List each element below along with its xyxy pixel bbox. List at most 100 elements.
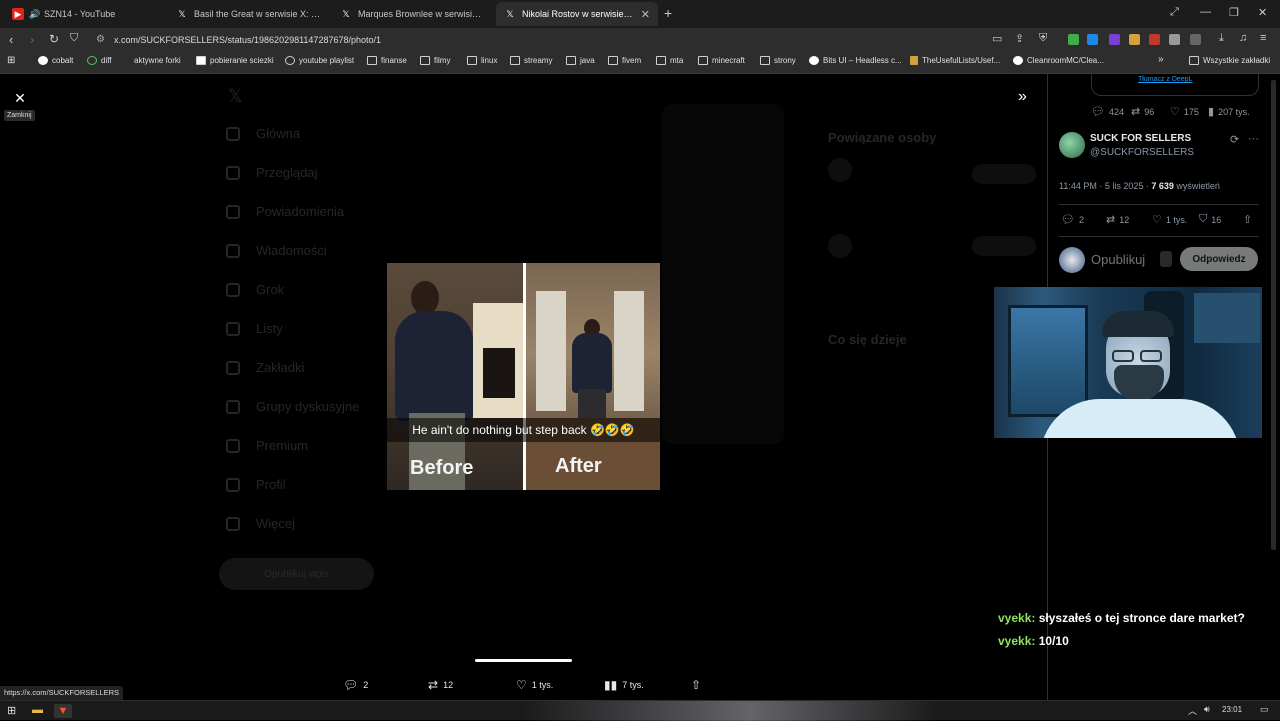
tray-chevron-icon[interactable]: ︿ (1188, 704, 1197, 717)
tab-x-mkbhd[interactable]: 𝕏 Marques Brownlee w serwisie X: „You (332, 2, 494, 26)
bookmark-item[interactable]: aktywne forki (124, 56, 181, 65)
close-viewer-button[interactable]: ✕ (12, 90, 28, 106)
share-action[interactable]: ⇧ (691, 678, 706, 692)
like-stat[interactable]: ♡ 1 tys. (1152, 213, 1187, 226)
author-handle[interactable]: @SUCKFORSELLERS (1090, 147, 1194, 158)
more-options-icon[interactable]: ··· (1248, 133, 1259, 145)
bookmark-folder[interactable]: fivem (608, 56, 641, 65)
browser-taskbar-icon[interactable]: ▼ (54, 704, 72, 718)
share-stat[interactable]: ⇧ (1243, 213, 1256, 226)
apps-icon[interactable]: ⊞ (7, 55, 15, 66)
prev-views[interactable]: ▮ 207 tys. (1208, 105, 1250, 118)
share-icon: ⇧ (691, 678, 702, 692)
bookmark-folder[interactable]: finanse (367, 56, 407, 65)
prev-replies[interactable]: 💬︎ 424 (1091, 105, 1124, 118)
volume-icon[interactable]: 🔊︎ (1204, 704, 1210, 715)
tab-youtube[interactable]: ▶ 🔊 SZN14 - YouTube (4, 2, 164, 26)
extension-icon[interactable] (1149, 34, 1160, 45)
bookmark-item[interactable]: Bits UI – Headless c... (809, 56, 902, 65)
file-explorer-icon[interactable]: ▬ (32, 704, 43, 716)
github-icon (1013, 56, 1023, 65)
count: 96 (1144, 106, 1155, 117)
extension-icon[interactable] (1068, 34, 1079, 45)
diff-icon (87, 56, 97, 65)
bookmark-folder[interactable]: filmy (420, 56, 450, 65)
like-action[interactable]: ♡ 1 tys. (516, 678, 553, 692)
notifications-icon[interactable]: ▭ (1260, 704, 1269, 715)
restore-button[interactable]: ❐ (1229, 6, 1239, 19)
extension-icon[interactable] (1087, 34, 1098, 45)
author-name[interactable]: SUCK FOR SELLERS (1090, 133, 1191, 144)
count: 424 (1108, 106, 1124, 117)
share-icon[interactable]: ⇪ (1015, 32, 1024, 45)
url-field[interactable]: ⚙ x.com/SUCKFORSELLERS/status/1986202981… (88, 31, 978, 49)
tab-label: Nikolai Rostov w serwisie X: „go (522, 9, 635, 19)
all-bookmarks-folder[interactable]: Wszystkie zakładki (1189, 56, 1270, 65)
extension-icon[interactable] (1169, 34, 1180, 45)
tab-x-basil[interactable]: 𝕏 Basil the Great w serwisie X: „EU Pres (168, 2, 330, 26)
bookmark-folder[interactable]: mta (656, 56, 683, 65)
bookmark-item[interactable]: diff (87, 56, 112, 65)
bookmark-item[interactable]: TheUsefulLists/Usef... (910, 56, 1000, 65)
reload-button[interactable]: ↻ (49, 32, 59, 46)
bookmark-folder[interactable]: streamy (510, 56, 552, 65)
more-bookmarks-icon[interactable]: » (1158, 54, 1164, 65)
new-tab-button[interactable]: + (664, 5, 672, 21)
nav-label: Więcej (256, 516, 296, 531)
bookmark-stat[interactable]: ⛉ 16 (1199, 213, 1221, 226)
back-button[interactable]: ‹ (9, 32, 13, 47)
views-action[interactable]: ▮▮ 7 tys. (604, 678, 644, 692)
extension-icon[interactable] (1190, 34, 1201, 45)
chat-user: vyekk: (998, 634, 1036, 648)
reply-action[interactable]: 💬︎ 2 (343, 678, 368, 692)
forward-button[interactable]: › (30, 32, 34, 47)
photo-caption: He ain't do nothing but step back 🤣🤣🤣 (387, 418, 660, 442)
expand-panel-icon[interactable]: » (1018, 88, 1027, 106)
nav-notifications: Powiadomienia (226, 204, 344, 219)
cast-icon[interactable]: ▭ (992, 32, 1002, 45)
download-icon[interactable]: ⤓ (1219, 32, 1224, 45)
close-tab-icon[interactable]: ✕ (641, 8, 650, 21)
bookmark-item[interactable]: youtube playlist (285, 56, 354, 65)
reply-input[interactable]: Opublikuj (1091, 252, 1145, 267)
translate-link[interactable]: Tłumacz z DeepL (1138, 76, 1192, 83)
extension-icon[interactable] (1129, 34, 1140, 45)
bookmark-item[interactable]: pobieranie sciezki (196, 56, 274, 65)
nav-premium: Premium (226, 438, 308, 453)
youtube-icon: ▶ (12, 8, 24, 20)
reply-button[interactable]: Odpowiedz (1180, 247, 1258, 271)
extension-icon[interactable] (1109, 34, 1120, 45)
grok-icon[interactable]: ⟳ (1230, 133, 1239, 146)
bookmark-folder[interactable]: strony (760, 56, 796, 65)
panel-scrollbar[interactable] (1271, 80, 1276, 550)
bookmark-folder[interactable]: minecraft (698, 56, 745, 65)
reply-stat[interactable]: 💬︎ 2 (1061, 213, 1084, 226)
extensions-icon[interactable]: ⤢ (1170, 6, 1179, 19)
prev-likes[interactable]: ♡ 175 (1170, 105, 1199, 118)
repost-stat[interactable]: ⇄ 12 (1106, 213, 1129, 226)
views-icon: ▮ (1208, 106, 1215, 118)
minimize-button[interactable]: — (1200, 6, 1211, 18)
grok-button[interactable] (1160, 251, 1172, 267)
tab-x-nikolai[interactable]: 𝕏 Nikolai Rostov w serwisie X: „go ✕ (496, 2, 658, 26)
nav-profile: Profil (226, 477, 286, 492)
follow-button-background (972, 164, 1036, 184)
windows-start-icon[interactable]: ⊞ (7, 704, 16, 717)
bookmark-folder[interactable]: java (566, 56, 595, 65)
author-avatar[interactable] (1059, 132, 1085, 158)
site-info-icon[interactable]: ⚙ (96, 34, 105, 45)
media-icon[interactable]: ♫ (1239, 32, 1247, 44)
bookmark-item[interactable]: CleanroomMC/Clea... (1013, 56, 1104, 65)
repost-action[interactable]: ⇄ 12 (428, 678, 453, 692)
tweet-time: 11:44 PM · 5 lis 2025 · (1059, 181, 1152, 191)
bookmark-item[interactable]: cobalt (38, 56, 73, 65)
taskbar-glow (520, 701, 940, 721)
menu-icon[interactable]: ≡ (1260, 32, 1266, 44)
prev-reposts[interactable]: ⇄ 96 (1131, 105, 1154, 118)
bookmark-label: TheUsefulLists/Usef... (922, 56, 1001, 65)
shield-icon[interactable]: ⛨ (1039, 32, 1047, 45)
close-window-button[interactable]: ✕ (1258, 6, 1267, 19)
folder-icon (510, 56, 520, 65)
bookmark-folder[interactable]: linux (467, 56, 497, 65)
bookmark-page-icon[interactable]: ⛉ (70, 32, 78, 45)
